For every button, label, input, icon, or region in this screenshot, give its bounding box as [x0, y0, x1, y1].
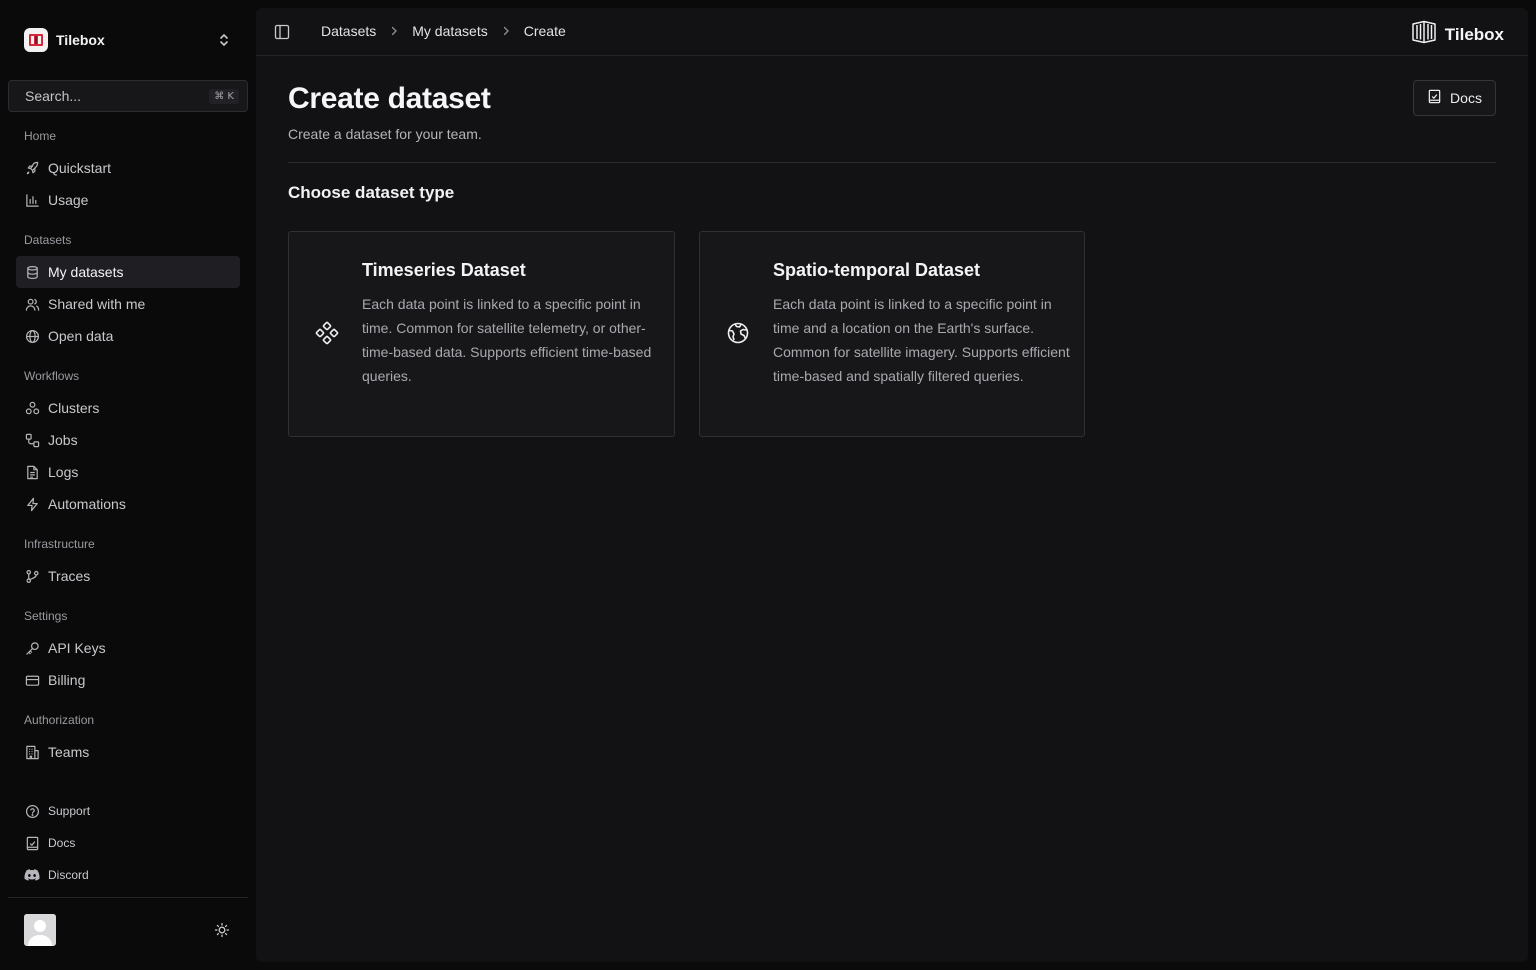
app-root: Tilebox ⌘ K Home Quickstart — [0, 0, 1536, 970]
breadcrumb-create: Create — [523, 23, 566, 39]
team-name: Tilebox — [56, 32, 105, 48]
nav-section-settings: Settings — [24, 609, 68, 623]
card-description: Each data point is linked to a specific … — [362, 296, 652, 384]
nav-section-datasets: Datasets — [24, 233, 72, 247]
timeseries-icon — [315, 321, 339, 345]
sidebar-item-label: Support — [48, 804, 91, 818]
sidebar-item-api-keys[interactable]: API Keys — [16, 632, 240, 664]
sidebar-item-billing[interactable]: Billing — [16, 664, 240, 696]
book-check-icon — [24, 835, 40, 851]
chevron-right-icon — [390, 26, 398, 36]
brand-name: Tilebox — [1444, 24, 1504, 44]
team-logo-icon — [24, 28, 48, 52]
theme-toggle-sun-icon[interactable] — [214, 922, 230, 938]
workflow-icon — [24, 432, 40, 448]
nav-section-workflows: Workflows — [24, 369, 80, 383]
user-avatar[interactable] — [24, 914, 56, 946]
page-title: Create dataset — [288, 82, 491, 115]
key-icon — [24, 640, 40, 656]
discord-icon — [24, 867, 40, 883]
brand[interactable]: Tilebox — [1411, 20, 1504, 49]
sidebar-item-label: API Keys — [48, 640, 106, 656]
sidebar-item-label: Jobs — [48, 432, 78, 448]
sidebar-item-discord[interactable]: Discord — [16, 859, 240, 891]
database-icon — [24, 264, 40, 280]
breadcrumb-datasets[interactable]: Datasets — [321, 23, 376, 39]
card-description: Each data point is linked to a specific … — [773, 296, 1070, 384]
sidebar-item-label: Teams — [48, 744, 90, 760]
credit-card-icon — [24, 672, 40, 688]
chevron-right-icon — [502, 26, 510, 36]
sidebar-item-jobs[interactable]: Jobs — [16, 424, 240, 456]
sidebar-item-label: My datasets — [48, 264, 124, 280]
git-branch-icon — [24, 568, 40, 584]
card-title: Timeseries Dataset — [362, 260, 526, 280]
sidebar-item-docs[interactable]: Docs — [16, 827, 240, 859]
top-bar: Datasets My datasets Create Tilebox — [256, 8, 1528, 56]
clusters-icon — [24, 400, 40, 416]
sidebar-item-open-data[interactable]: Open data — [16, 320, 240, 352]
sidebar-item-clusters[interactable]: Clusters — [16, 392, 240, 424]
sidebar: Tilebox ⌘ K Home Quickstart — [0, 0, 256, 970]
sidebar-item-label: Automations — [48, 496, 126, 512]
building-icon — [24, 744, 40, 760]
sidebar-item-shared-with-me[interactable]: Shared with me — [16, 288, 240, 320]
card-title: Spatio-temporal Dataset — [773, 260, 981, 280]
sidebar-item-label: Billing — [48, 672, 86, 688]
file-text-icon — [24, 464, 40, 480]
book-check-icon — [1427, 89, 1442, 107]
sidebar-item-label: Logs — [48, 464, 79, 480]
sidebar-item-label: Shared with me — [48, 296, 146, 312]
breadcrumb-my-datasets[interactable]: My datasets — [412, 23, 487, 39]
sidebar-item-usage[interactable]: Usage — [16, 184, 240, 216]
rocket-icon — [24, 160, 40, 176]
users-icon — [24, 296, 40, 312]
chevron-up-down-icon — [216, 31, 232, 54]
sidebar-item-teams[interactable]: Teams — [16, 736, 240, 768]
page-subtitle: Create a dataset for your team. — [288, 126, 482, 142]
nav-section-authorization: Authorization — [24, 713, 95, 727]
sidebar-item-automations[interactable]: Automations — [16, 488, 240, 520]
tilebox-logo-icon — [1411, 20, 1437, 49]
docs-button[interactable]: Docs — [1413, 80, 1496, 116]
sidebar-item-logs[interactable]: Logs — [16, 456, 240, 488]
section-title: Choose dataset type — [288, 183, 455, 202]
sidebar-item-label: Usage — [48, 192, 89, 208]
team-switcher[interactable]: Tilebox — [16, 24, 240, 56]
nav-section-infrastructure: Infrastructure — [24, 537, 95, 551]
main-panel: Datasets My datasets Create Tilebox Crea… — [256, 8, 1528, 962]
sidebar-item-label: Traces — [48, 568, 91, 584]
sidebar-item-label: Quickstart — [48, 160, 112, 176]
search-shortcut: ⌘ K — [209, 88, 239, 104]
header-divider — [288, 162, 1496, 163]
sidebar-item-label: Clusters — [48, 400, 100, 416]
lightning-icon — [24, 496, 40, 512]
breadcrumb: Datasets My datasets Create — [321, 23, 566, 39]
sidebar-item-my-datasets[interactable]: My datasets — [16, 256, 240, 288]
docs-button-label: Docs — [1450, 90, 1482, 106]
nav-section-home: Home — [24, 129, 57, 143]
sidebar-item-label: Docs — [48, 836, 76, 850]
sidebar-item-traces[interactable]: Traces — [16, 560, 240, 592]
search-input[interactable] — [25, 88, 210, 104]
sidebar-toggle-icon[interactable] — [274, 24, 290, 40]
bar-chart-icon — [24, 192, 40, 208]
sidebar-divider — [8, 897, 248, 898]
timeseries-dataset-card[interactable]: Timeseries Dataset Each data point is li… — [288, 231, 675, 437]
sidebar-item-label: Discord — [48, 868, 89, 882]
sidebar-item-quickstart[interactable]: Quickstart — [16, 152, 240, 184]
sidebar-item-label: Open data — [48, 328, 114, 344]
sidebar-item-support[interactable]: Support — [16, 795, 240, 827]
search-box[interactable]: ⌘ K — [8, 80, 248, 112]
globe-icon — [24, 328, 40, 344]
spatio-temporal-dataset-card[interactable]: Spatio-temporal Dataset Each data point … — [699, 231, 1085, 437]
help-circle-icon — [24, 803, 40, 819]
globe-icon — [726, 321, 750, 345]
